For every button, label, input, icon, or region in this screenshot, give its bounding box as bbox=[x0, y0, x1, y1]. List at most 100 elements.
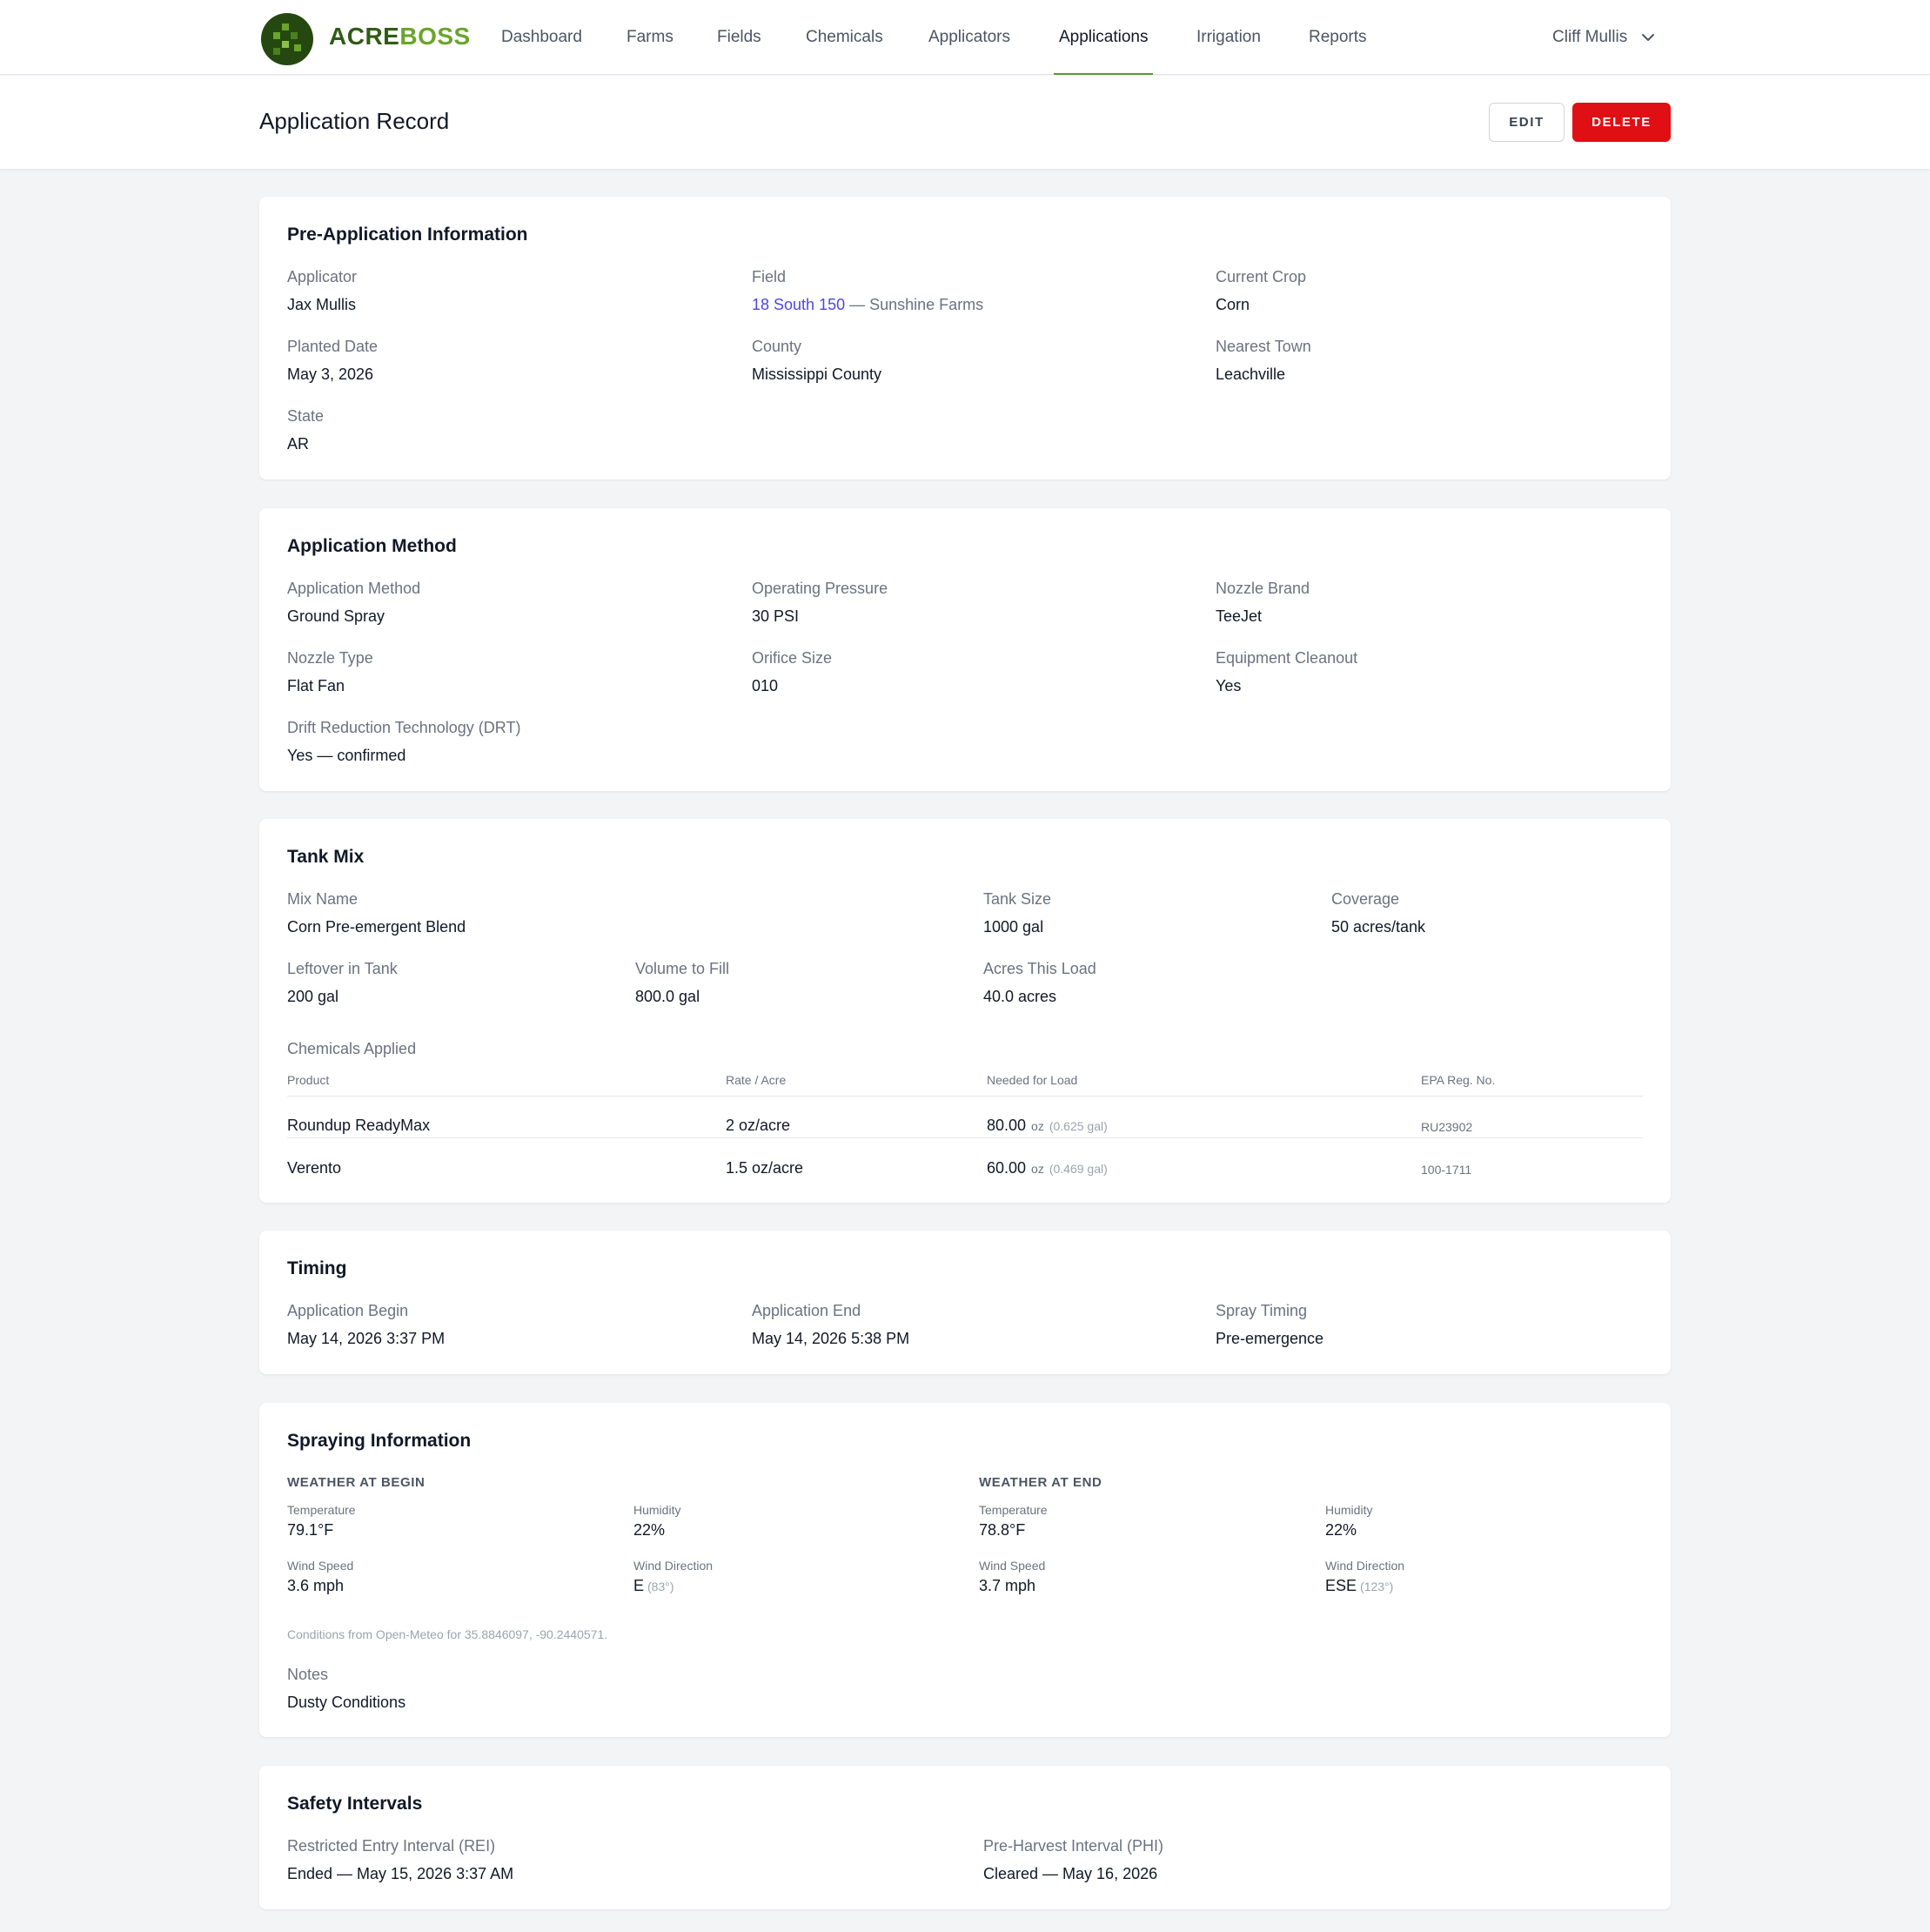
field-label: Orifice Size bbox=[752, 649, 833, 667]
rei-field: Restricted Entry Interval (REI) Ended — … bbox=[287, 1835, 513, 1884]
farm-name: — Sunshine Farms bbox=[849, 296, 984, 313]
leftover-field: Leftover in Tank 200 gal bbox=[287, 958, 398, 1007]
pre-application-card: Pre-Application Information Applicator J… bbox=[259, 197, 1671, 480]
needed-value: 60.00 oz (0.469 gal) bbox=[987, 1157, 1108, 1179]
nav-item-reports[interactable]: Reports bbox=[1309, 0, 1367, 75]
user-name: Cliff Mullis bbox=[1552, 28, 1628, 46]
needed-amount: 80.00 bbox=[987, 1117, 1027, 1134]
rate-value: 2 oz/acre bbox=[726, 1117, 791, 1134]
section-title: Timing bbox=[287, 1258, 347, 1278]
weather-label: Temperature bbox=[287, 1503, 356, 1517]
field-value: 30 PSI bbox=[752, 607, 800, 625]
needed-gallons: (0.625 gal) bbox=[1049, 1119, 1108, 1133]
field-value: 40.0 acres bbox=[983, 988, 1057, 1005]
field-value: Dusty Conditions bbox=[287, 1694, 406, 1711]
weather-begin-heading: WEATHER AT BEGIN bbox=[287, 1475, 426, 1490]
nav-item-applications[interactable]: Applications bbox=[1053, 0, 1154, 75]
weather-value: 78.8°F bbox=[979, 1521, 1026, 1539]
weather-label: Humidity bbox=[1325, 1503, 1373, 1517]
weather-value: E bbox=[633, 1577, 645, 1594]
tank-size-field: Tank Size 1000 gal bbox=[983, 889, 1051, 937]
end-humidity: Humidity 22% bbox=[1325, 1502, 1372, 1540]
field-value: AR bbox=[287, 435, 310, 453]
field-value: May 3, 2026 bbox=[287, 366, 374, 383]
field-label: Restricted Entry Interval (REI) bbox=[287, 1837, 496, 1855]
field-value: Leachville bbox=[1216, 366, 1286, 383]
weather-value: ESE bbox=[1325, 1577, 1357, 1594]
field-label: County bbox=[752, 338, 802, 355]
notes-field: Notes Dusty Conditions bbox=[287, 1664, 405, 1713]
nav-item-applicators[interactable]: Applicators bbox=[928, 0, 1010, 75]
weather-value: 22% bbox=[633, 1521, 666, 1539]
needed-unit: oz bbox=[1031, 1162, 1044, 1176]
field-label: Planted Date bbox=[287, 338, 379, 355]
weather-label: Wind Direction bbox=[633, 1559, 714, 1573]
field-value: Yes — confirmed bbox=[287, 747, 406, 764]
section-title: Safety Intervals bbox=[287, 1794, 423, 1814]
needed-amount: 60.00 bbox=[987, 1159, 1027, 1177]
user-menu[interactable]: Cliff Mullis bbox=[1552, 0, 1655, 75]
begin-humidity: Humidity 22% bbox=[633, 1502, 680, 1540]
field-link[interactable]: 18 South 150 bbox=[752, 296, 845, 313]
field-label: Notes bbox=[287, 1666, 329, 1683]
field-label: Nozzle Brand bbox=[1216, 580, 1310, 597]
weather-source-note: Conditions from Open-Meteo for 35.884609… bbox=[287, 1627, 608, 1641]
weather-value: 3.6 mph bbox=[287, 1577, 345, 1594]
column-header-needed: Needed for Load bbox=[987, 1073, 1078, 1087]
weather-label: Humidity bbox=[633, 1503, 681, 1517]
phi-field: Pre-Harvest Interval (PHI) Cleared — May… bbox=[983, 1835, 1163, 1884]
field-value: Corn Pre-emergent Blend bbox=[287, 918, 466, 936]
begin-temperature: Temperature 79.1°F bbox=[287, 1502, 356, 1540]
section-title: Spraying Information bbox=[287, 1431, 472, 1451]
field-value: 200 gal bbox=[287, 988, 339, 1005]
nav-item-fields[interactable]: Fields bbox=[717, 0, 761, 75]
field-label: Application Begin bbox=[287, 1302, 409, 1319]
field-value: Yes bbox=[1216, 677, 1242, 694]
nav-item-irrigation[interactable]: Irrigation bbox=[1196, 0, 1261, 75]
field-label: Equipment Cleanout bbox=[1216, 649, 1358, 667]
weather-end-heading: WEATHER AT END bbox=[979, 1475, 1102, 1490]
product-link[interactable]: Verento bbox=[287, 1157, 341, 1178]
column-header-epa: EPA Reg. No. bbox=[1421, 1073, 1496, 1087]
field-label: State bbox=[287, 407, 325, 425]
coverage-field: Coverage 50 acres/tank bbox=[1331, 889, 1425, 937]
begin-wind-direction: Wind Direction E (83°) bbox=[633, 1558, 713, 1597]
brand-logo-text[interactable]: ACREBOSS bbox=[329, 19, 471, 54]
nav-item-farms[interactable]: Farms bbox=[627, 0, 673, 75]
delete-button[interactable]: DELETE bbox=[1572, 103, 1671, 142]
page-header: Application Record EDIT DELETE bbox=[0, 76, 1930, 169]
field-label: Acres This Load bbox=[983, 960, 1096, 977]
field-label: Operating Pressure bbox=[752, 580, 888, 597]
nav-item-chemicals[interactable]: Chemicals bbox=[806, 0, 883, 75]
weather-label: Wind Direction bbox=[1325, 1559, 1405, 1573]
nozzle-brand-field: Nozzle Brand TeeJet bbox=[1216, 578, 1310, 627]
field-value: Pre-emergence bbox=[1216, 1330, 1324, 1347]
field-label: Applicator bbox=[287, 268, 358, 285]
safety-intervals-card: Safety Intervals Restricted Entry Interv… bbox=[259, 1766, 1671, 1909]
field-label: Pre-Harvest Interval (PHI) bbox=[983, 1837, 1164, 1855]
rate-value: 1.5 oz/acre bbox=[726, 1159, 804, 1177]
brand-part-1: ACRE bbox=[329, 23, 400, 50]
nav-item-dashboard[interactable]: Dashboard bbox=[501, 0, 582, 75]
product-link[interactable]: Roundup ReadyMax bbox=[287, 1115, 430, 1136]
field-label: Tank Size bbox=[983, 890, 1052, 908]
nozzle-type-field: Nozzle Type Flat Fan bbox=[287, 647, 373, 696]
table-divider bbox=[287, 1096, 1643, 1097]
drt-field: Drift Reduction Technology (DRT) Yes — c… bbox=[287, 717, 520, 766]
applicator-link[interactable]: Jax Mullis bbox=[287, 294, 357, 315]
mix-name-field: Mix Name Corn Pre-emergent Blend bbox=[287, 889, 466, 937]
field-label: Leftover in Tank bbox=[287, 960, 398, 977]
acreboss-logo-icon[interactable] bbox=[261, 13, 313, 65]
field-label: Drift Reduction Technology (DRT) bbox=[287, 719, 521, 736]
application-begin-field: Application Begin May 14, 2026 3:37 PM bbox=[287, 1300, 445, 1349]
column-header-rate: Rate / Acre bbox=[726, 1073, 787, 1087]
field-value: May 14, 2026 5:38 PM bbox=[752, 1330, 910, 1347]
column-header-product: Product bbox=[287, 1073, 330, 1087]
field-value: 800.0 gal bbox=[635, 988, 700, 1005]
edit-button[interactable]: EDIT bbox=[1489, 103, 1565, 142]
field-label: Application Method bbox=[287, 580, 421, 597]
section-title: Pre-Application Information bbox=[287, 225, 528, 245]
spray-timing-field: Spray Timing Pre-emergence bbox=[1216, 1300, 1324, 1349]
timing-card: Timing Application Begin May 14, 2026 3:… bbox=[259, 1231, 1671, 1374]
field-label: Field bbox=[752, 268, 787, 285]
